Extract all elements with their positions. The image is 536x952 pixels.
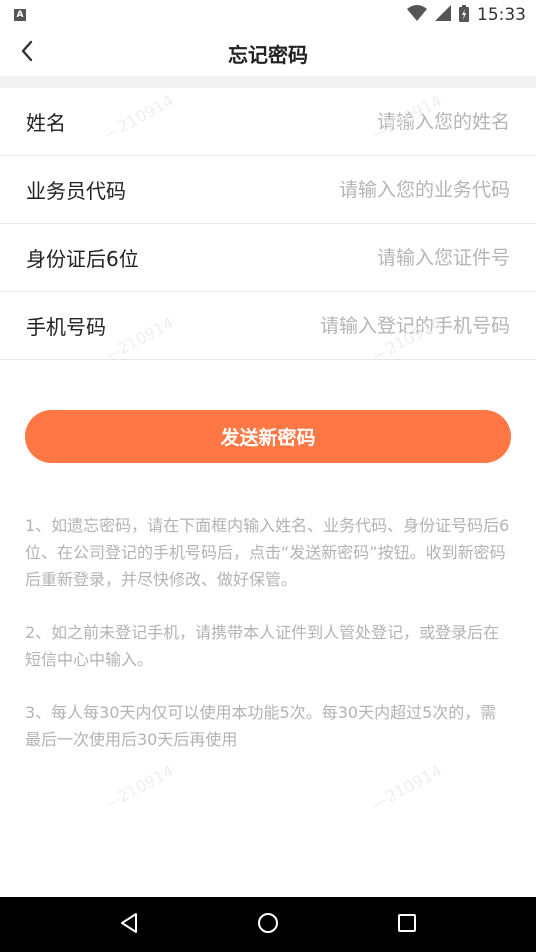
note-item: 3、每人每30天内仅可以使用本功能5次。每30天内超过5次的，需最后一次使用后3…	[25, 703, 497, 749]
phone-label: 手机号码	[26, 315, 106, 339]
nav-back-button[interactable]	[114, 910, 144, 940]
back-triangle-icon	[119, 912, 139, 938]
section-divider	[0, 76, 536, 88]
battery-icon	[459, 4, 469, 26]
note-item: 2、如之前未登记手机，请携带本人证件到人管处登记，或登录后在短信中心中输入。	[25, 623, 500, 669]
note-item: 1、如遗忘密码，请在下面框内输入姓名、业务代码、身份证号码后6位、在公司登记的手…	[25, 516, 510, 589]
recents-square-icon	[397, 913, 417, 937]
instructions: 1、如遗忘密码，请在下面框内输入姓名、业务代码、身份证号码后6位、在公司登记的手…	[25, 512, 511, 779]
status-time: 15:33	[477, 5, 526, 25]
chevron-left-icon	[20, 40, 34, 66]
nav-recents-button[interactable]	[392, 910, 422, 940]
status-bar: A 15:33	[0, 0, 536, 30]
system-nav-bar	[0, 897, 536, 952]
notification-icon: A	[14, 9, 26, 21]
name-input[interactable]	[210, 110, 510, 133]
page-title: 忘记密码	[228, 42, 308, 67]
name-row: 姓名	[0, 88, 536, 156]
agent-code-label: 业务员代码	[26, 179, 126, 203]
agent-code-row: 业务员代码	[0, 156, 536, 224]
send-new-password-button[interactable]: 发送新密码	[25, 410, 511, 463]
wifi-icon	[407, 5, 427, 25]
reset-password-form: 姓名 业务员代码 身份证后6位 手机号码	[0, 88, 536, 360]
nav-home-button[interactable]	[253, 910, 283, 940]
phone-row: 手机号码	[0, 292, 536, 360]
id-last6-row: 身份证后6位	[0, 224, 536, 292]
id-last6-label: 身份证后6位	[26, 247, 139, 271]
agent-code-input[interactable]	[210, 178, 510, 201]
back-button[interactable]	[12, 38, 42, 68]
title-bar: 忘记密码	[0, 30, 536, 76]
id-last6-input[interactable]	[210, 246, 510, 269]
name-label: 姓名	[26, 111, 66, 135]
signal-icon	[435, 5, 451, 25]
home-circle-icon	[257, 912, 279, 938]
phone-input[interactable]	[210, 314, 510, 337]
